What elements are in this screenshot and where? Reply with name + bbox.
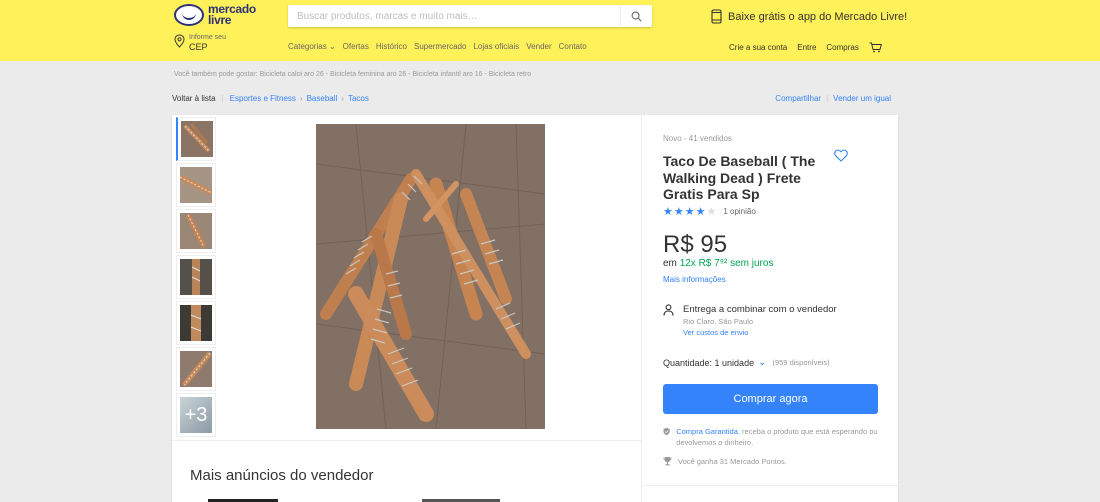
chevron-right-icon: › xyxy=(299,94,303,103)
location-selector[interactable]: Informe seu CEP xyxy=(174,34,226,52)
nav-contato[interactable]: Contato xyxy=(559,42,587,51)
share-link[interactable]: Compartilhar xyxy=(775,94,821,103)
location-label: Informe seu xyxy=(189,34,226,41)
phone-icon xyxy=(711,9,722,24)
quantity-selector[interactable]: Quantidade: 1 unidade ⌄ (959 disponíveis… xyxy=(663,357,830,368)
product-condition: Novo - 41 vendidos xyxy=(663,134,732,143)
thumbnail-list: +3 xyxy=(176,117,216,439)
nav-vender[interactable]: Vender xyxy=(526,42,551,51)
nav-lojas-oficiais[interactable]: Lojas oficiais xyxy=(473,42,519,51)
chevron-down-icon: ⌄ xyxy=(758,357,767,368)
person-icon xyxy=(663,304,674,316)
nav-supermercado[interactable]: Supermercado xyxy=(414,42,466,51)
product-gallery: +3 xyxy=(172,115,642,440)
more-info-link[interactable]: Mais informações xyxy=(663,275,726,284)
heart-icon[interactable] xyxy=(834,149,848,162)
breadcrumb-baseball[interactable]: Baseball xyxy=(307,94,338,103)
search-icon xyxy=(631,11,642,21)
related-searches[interactable]: Você também pode gostar: Bicicleta caloi… xyxy=(174,71,531,78)
breadcrumb: Voltar à lista | Esportes e Fitness › Ba… xyxy=(172,94,369,103)
guarantee-link[interactable]: Compra Garantida xyxy=(676,427,738,436)
search-bar xyxy=(288,5,652,27)
shipping-method: Entrega a combinar com o vendedor xyxy=(683,304,837,315)
user-nav: Crie a sua conta Entre Compras xyxy=(729,42,882,53)
shipping-info: Entrega a combinar com o vendedor Rio Cl… xyxy=(663,304,837,338)
share-actions: Compartilhar | Vender um igual xyxy=(775,94,891,103)
search-button[interactable] xyxy=(620,5,652,27)
handshake-icon xyxy=(174,4,204,26)
chevron-right-icon: › xyxy=(341,94,344,103)
panel-divider xyxy=(643,485,898,486)
back-to-list-link[interactable]: Voltar à lista xyxy=(172,94,216,103)
product-info-panel: Novo - 41 vendidos Taco De Baseball ( Th… xyxy=(643,115,898,502)
purchases-link[interactable]: Compras xyxy=(826,43,858,52)
shield-icon xyxy=(663,427,670,436)
sell-same-link[interactable]: Vender um igual xyxy=(833,94,891,103)
app-promo-link[interactable]: Baixe grátis o app do Mercado Livre! xyxy=(711,9,907,24)
thumbnail-more[interactable]: +3 xyxy=(176,393,216,437)
logo-line2: livre xyxy=(208,13,232,27)
nav-categorias[interactable]: Categorias ⌄ xyxy=(288,42,336,51)
trophy-icon xyxy=(663,457,672,466)
logo-text: mercado livre xyxy=(208,3,256,27)
quantity-label: Quantidade: 1 unidade xyxy=(663,357,755,368)
product-card: +3 Mais anúncios do vendedor Novo - 41 v… xyxy=(172,115,898,502)
installments: em 12x R$ 7⁹² sem juros xyxy=(663,258,773,269)
share-divider: | xyxy=(826,94,829,103)
more-ads-section: Mais anúncios do vendedor xyxy=(172,440,642,502)
main-nav: Categorias ⌄ Ofertas Histórico Supermerc… xyxy=(288,42,594,51)
thumbnail-1[interactable] xyxy=(176,117,216,161)
buy-now-button[interactable]: Comprar agora xyxy=(663,384,878,414)
breadcrumb-esportes[interactable]: Esportes e Fitness xyxy=(230,94,296,103)
rating[interactable]: ★★★★★ 1 opinião xyxy=(663,205,756,218)
breadcrumb-tacos[interactable]: Tacos xyxy=(348,94,369,103)
thumbnail-6[interactable] xyxy=(176,347,216,391)
rating-count: 1 opinião xyxy=(723,207,756,216)
thumbnail-4[interactable] xyxy=(176,255,216,299)
price-value: 95 xyxy=(700,231,728,258)
create-account-link[interactable]: Crie a sua conta xyxy=(729,43,787,52)
shipping-costs-link[interactable]: Ver custos de envio xyxy=(683,327,837,338)
location-value: CEP xyxy=(189,42,208,52)
installments-value: 12x R$ 7⁹² sem juros xyxy=(679,258,774,269)
more-photos-count: +3 xyxy=(180,397,212,433)
product-main-image[interactable] xyxy=(316,124,545,429)
location-pin-icon xyxy=(174,34,185,48)
breadcrumb-divider: | xyxy=(221,94,224,103)
purchase-guarantee: Compra Garantida, receba o produto que e… xyxy=(663,426,878,448)
product-title: Taco De Baseball ( The Walking Dead ) Fr… xyxy=(663,153,816,202)
price: R$ 95 xyxy=(663,231,727,259)
header: mercado livre Baixe grátis o app do Merc… xyxy=(0,0,1100,61)
mercado-points: Você ganha 31 Mercado Pontos. xyxy=(663,456,787,466)
nav-historico[interactable]: Histórico xyxy=(376,42,407,51)
nav-ofertas[interactable]: Ofertas xyxy=(343,42,369,51)
thumbnail-2[interactable] xyxy=(176,163,216,207)
seller-location: Rio Claro, São Paulo xyxy=(683,317,754,326)
thumbnail-5[interactable] xyxy=(176,301,216,345)
price-currency: R$ xyxy=(663,231,694,258)
star-rating-icon: ★★★★★ xyxy=(663,206,718,218)
search-input[interactable] xyxy=(288,5,618,27)
cart-icon[interactable] xyxy=(869,42,882,53)
points-text: Você ganha 31 Mercado Pontos. xyxy=(678,456,787,466)
more-ads-title: Mais anúncios do vendedor xyxy=(190,467,374,484)
thumbnail-3[interactable] xyxy=(176,209,216,253)
installments-prefix: em xyxy=(663,258,677,269)
quantity-available: (959 disponíveis) xyxy=(772,358,830,367)
login-link[interactable]: Entre xyxy=(797,43,816,52)
mercado-livre-logo[interactable]: mercado livre xyxy=(174,3,256,27)
app-promo-text: Baixe grátis o app do Mercado Livre! xyxy=(728,10,908,23)
